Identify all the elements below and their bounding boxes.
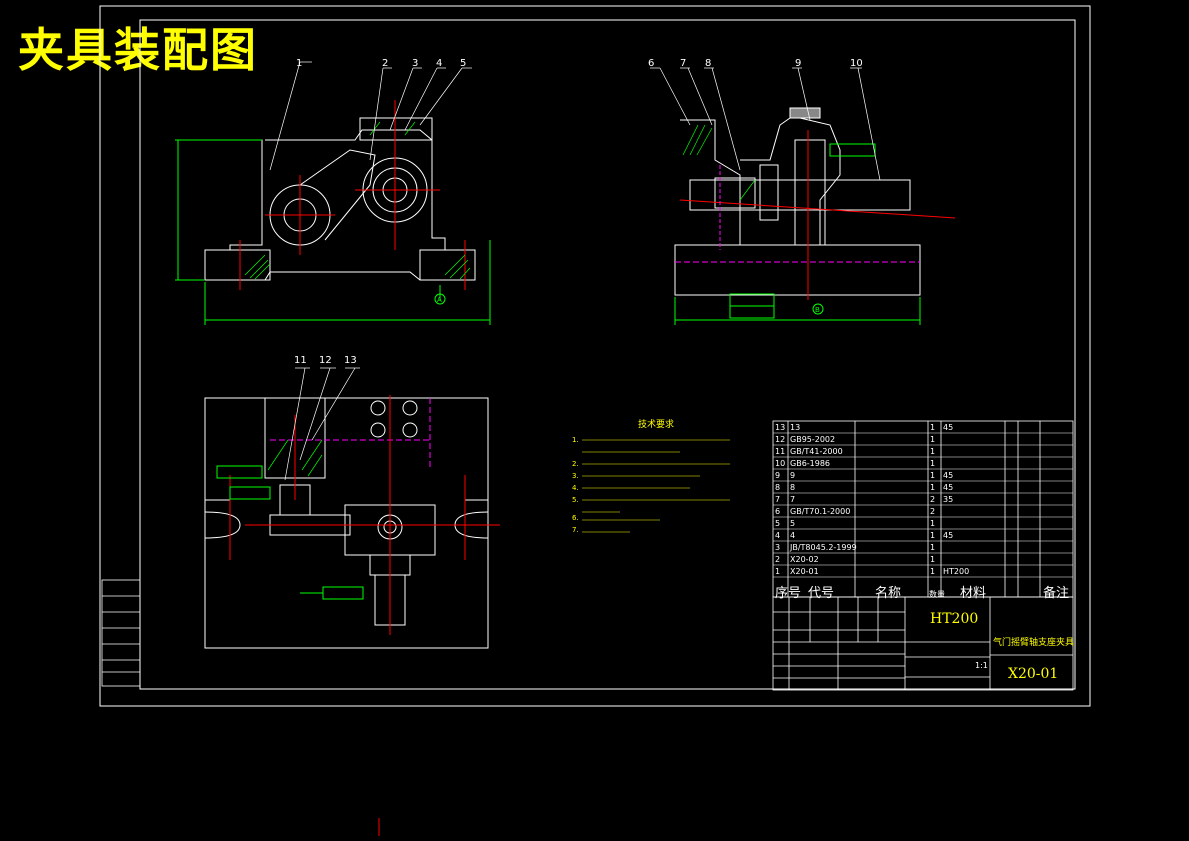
top-view (204, 395, 500, 649)
balloon-top-13: 13 (344, 355, 357, 366)
bom-cell: 5 (790, 519, 795, 528)
bom-cell: 1 (930, 435, 935, 444)
svg-text:7.: 7. (572, 526, 579, 534)
bom-cell: JB/T8045.2-1999 (789, 543, 857, 552)
balloon-top-11: 11 (294, 355, 307, 366)
balloon-side-9: 9 (795, 58, 801, 69)
balloon-front-3: 3 (412, 58, 418, 69)
bom-cell: 6 (775, 507, 780, 516)
bom-cell: 1 (930, 543, 935, 552)
left-strip (101, 579, 141, 687)
top-balloons (284, 367, 360, 481)
bom-cell: 10 (775, 459, 785, 468)
bom-cell: 8 (775, 483, 780, 492)
bom-cell: 3 (775, 543, 780, 552)
front-balloons (269, 61, 472, 171)
bom-cell: 8 (790, 483, 795, 492)
side-view (674, 107, 956, 325)
bom-cell: 1 (775, 567, 780, 576)
bom-cell: 1 (930, 423, 935, 432)
bom-cell: 13 (790, 423, 800, 432)
bom-cell: 1 (930, 519, 935, 528)
bom-header-cell: 材料 (960, 586, 986, 601)
section-mark-b: B (815, 306, 820, 314)
balloon-top-12: 12 (319, 355, 332, 366)
balloon-side-7: 7 (680, 58, 686, 69)
front-view (175, 100, 491, 325)
bom-cell: 2 (930, 507, 935, 516)
bom-cell: 1 (930, 471, 935, 480)
side-balloons (650, 67, 881, 181)
bom-cell: 4 (775, 531, 780, 540)
bom-rows: 13 13 1 4512 GB95-2002 111 GB/T41-2000 110 GB6-1… (773, 423, 1073, 601)
bom-cell: 1 (930, 567, 935, 576)
svg-text:6.: 6. (572, 514, 579, 522)
bom-header-cell: 代号 (808, 586, 834, 601)
bom-cell: 1 (930, 447, 935, 456)
bom-cell: 11 (775, 447, 785, 456)
bom-header-cell: 序号 (775, 586, 801, 601)
bom-cell: GB95-2002 (790, 435, 835, 444)
bom-header-cell: 备注 (1043, 585, 1069, 601)
bom-cell: X20-01 (790, 567, 819, 576)
svg-text:1.: 1. (572, 436, 579, 444)
bom-cell: 7 (775, 495, 780, 504)
bom-cell: GB6-1986 (790, 459, 830, 468)
bom-cell: 2 (775, 555, 780, 564)
bom-cell: 35 (943, 495, 953, 504)
bom-cell: 1 (930, 531, 935, 540)
drawing-sheet: 1 2 3 4 5 6 7 8 9 10 11 12 13 技术要求 1. 2.… (99, 5, 1091, 836)
bom-cell: HT200 (943, 567, 969, 576)
balloon-front-2: 2 (382, 58, 388, 69)
svg-text:4.: 4. (572, 484, 579, 492)
balloon-side-8: 8 (705, 58, 711, 69)
svg-text:3.: 3. (572, 472, 579, 480)
svg-text:5.: 5. (572, 496, 579, 504)
bom-cell: X20-02 (790, 555, 819, 564)
bom-cell: 5 (775, 519, 780, 528)
bom-cell: 13 (775, 423, 785, 432)
bom-cell: 4 (790, 531, 795, 540)
balloon-front-4: 4 (436, 58, 442, 69)
tech-req-lines (582, 439, 730, 533)
bom-cell: GB/T70.1-2000 (790, 507, 850, 516)
bom-cell: 9 (790, 471, 795, 480)
bom-header-cell: 名称 (875, 585, 901, 601)
bom-cell: 45 (943, 531, 953, 540)
balloon-side-6: 6 (648, 58, 654, 69)
bom-cell: 45 (943, 483, 953, 492)
title-block-drawing-no: X20-01 (1008, 666, 1058, 682)
tech-req-list: 1. 2. 3. 4. 5. 6. 7. (572, 436, 579, 534)
bom-cell: 1 (930, 555, 935, 564)
section-mark-a: A (437, 296, 442, 304)
svg-text:2.: 2. (572, 460, 579, 468)
bom-cell: 1 (930, 459, 935, 468)
bom-cell: 1 (930, 483, 935, 492)
bom-cell: 2 (930, 495, 935, 504)
tech-req-heading: 技术要求 (638, 418, 674, 430)
outer-border (99, 5, 1091, 707)
bom-cell: 45 (943, 471, 953, 480)
bom-cell: 45 (943, 423, 953, 432)
bom-cell: 9 (775, 471, 780, 480)
inner-border (139, 19, 1076, 690)
title-block-material: HT200 (930, 611, 978, 627)
balloon-front-1: 1 (296, 58, 302, 69)
bom-cell: 12 (775, 435, 785, 444)
bom-cell: 7 (790, 495, 795, 504)
balloon-front-5: 5 (460, 58, 466, 69)
bom-header-cell: 数量 (929, 589, 945, 599)
title-block-part-name: 气门摇臂轴支座夹具 (993, 636, 1074, 648)
balloon-side-10: 10 (850, 58, 863, 69)
title-block-scale: 1:1 (975, 661, 988, 670)
bom-cell: GB/T41-2000 (790, 447, 843, 456)
